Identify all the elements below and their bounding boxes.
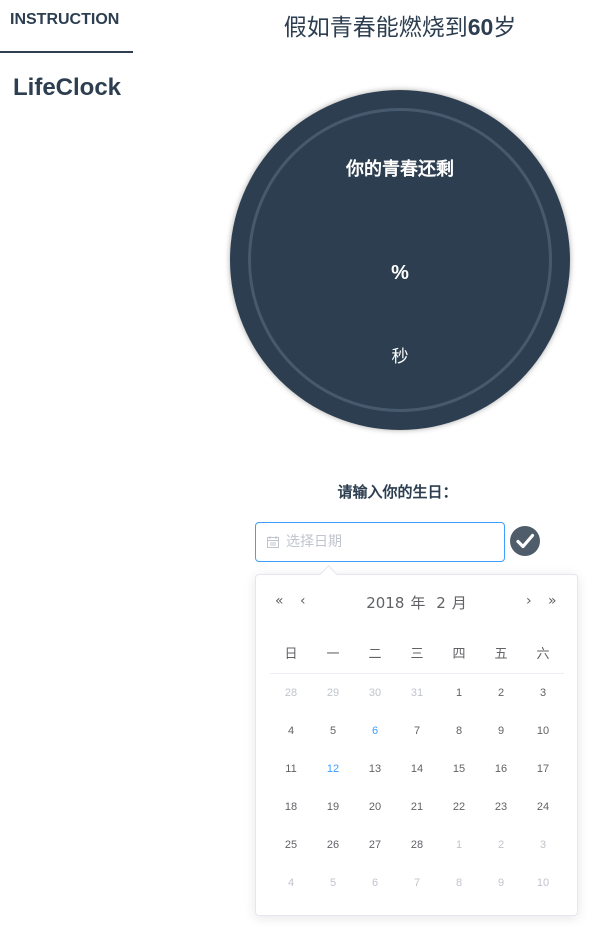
- day-cell[interactable]: 11: [270, 759, 312, 779]
- birthday-date-input[interactable]: [286, 523, 496, 561]
- picker-year[interactable]: 2018: [366, 594, 404, 612]
- day-cell[interactable]: 4: [270, 721, 312, 741]
- date-input-container[interactable]: [255, 522, 505, 562]
- day-cell[interactable]: 17: [522, 759, 564, 779]
- brand-logo-text[interactable]: LifeClock: [13, 74, 121, 102]
- day-cell[interactable]: 26: [312, 835, 354, 855]
- picker-month[interactable]: 2: [436, 594, 446, 612]
- tab-instruction[interactable]: INSTRUCTION: [0, 0, 133, 53]
- title-age-number: 60: [467, 14, 494, 40]
- day-cell[interactable]: 25: [270, 835, 312, 855]
- day-cell[interactable]: 24: [522, 797, 564, 817]
- day-cell[interactable]: 2: [480, 835, 522, 855]
- page-title: 假如青春能燃烧到60岁: [200, 8, 593, 42]
- confirm-button[interactable]: [510, 526, 540, 556]
- day-cell[interactable]: 21: [396, 797, 438, 817]
- day-cell[interactable]: 1: [438, 835, 480, 855]
- weekday-wed: 三: [410, 647, 424, 662]
- day-cell[interactable]: 29: [312, 683, 354, 703]
- picker-year-unit: 年: [410, 594, 426, 612]
- date-picker-panel: « ‹ 2018 年 2月 › » 日 一 二 三 四 五 六 28 29 30 31 1…: [255, 565, 578, 916]
- day-cell[interactable]: 20: [354, 797, 396, 817]
- picker-pointer-arrow: [319, 565, 338, 584]
- next-year-button[interactable]: »: [548, 593, 557, 609]
- day-cell[interactable]: 3: [522, 835, 564, 855]
- birthday-prompt-label: 请输入你的生日：: [337, 483, 458, 501]
- weekday-fri: 五: [494, 647, 508, 662]
- calendar-icon: [267, 536, 279, 548]
- day-cell[interactable]: 8: [438, 721, 480, 741]
- day-cell[interactable]: 3: [522, 683, 564, 703]
- day-cell[interactable]: 22: [438, 797, 480, 817]
- title-prefix: 假如青春能燃烧到: [283, 15, 468, 41]
- day-cell[interactable]: 8: [438, 873, 480, 893]
- day-cell[interactable]: 1: [438, 683, 480, 703]
- day-cell[interactable]: 15: [438, 759, 480, 779]
- title-suffix: 岁: [493, 15, 517, 41]
- day-cell[interactable]: 13: [354, 759, 396, 779]
- weekday-sun: 日: [284, 647, 298, 662]
- day-cell[interactable]: 2: [480, 683, 522, 703]
- day-cell[interactable]: 16: [480, 759, 522, 779]
- weekday-thu: 四: [452, 647, 466, 662]
- day-cell[interactable]: 5: [312, 873, 354, 893]
- day-cell[interactable]: 10: [522, 721, 564, 741]
- day-cell[interactable]: 7: [396, 873, 438, 893]
- life-clock-circle: 你的青春还剩 % 秒: [230, 90, 570, 430]
- day-cell[interactable]: 9: [480, 721, 522, 741]
- day-cell[interactable]: 18: [270, 797, 312, 817]
- day-cell[interactable]: 27: [354, 835, 396, 855]
- day-cell[interactable]: 5: [312, 721, 354, 741]
- weekday-tue: 二: [368, 647, 382, 662]
- day-cell[interactable]: 9: [480, 873, 522, 893]
- day-cell[interactable]: 4: [270, 873, 312, 893]
- weekday-header-row: 日 一 二 三 四 五 六: [270, 643, 564, 674]
- weekday-sat: 六: [536, 647, 550, 662]
- day-cell[interactable]: 6: [354, 873, 396, 893]
- day-cell[interactable]: 28: [270, 683, 312, 703]
- day-cell[interactable]: 6: [354, 721, 396, 741]
- check-circle-icon: [516, 533, 535, 549]
- weekday-mon: 一: [326, 647, 340, 662]
- day-cell[interactable]: 10: [522, 873, 564, 893]
- day-cell[interactable]: 7: [396, 721, 438, 741]
- next-month-button[interactable]: ›: [526, 593, 532, 609]
- day-cell[interactable]: 30: [354, 683, 396, 703]
- day-cell[interactable]: 19: [312, 797, 354, 817]
- clock-heading: 你的青春还剩: [346, 159, 454, 180]
- day-cell[interactable]: 28: [396, 835, 438, 855]
- day-cell[interactable]: 23: [480, 797, 522, 817]
- clock-seconds: 秒: [391, 347, 409, 367]
- day-cell-today[interactable]: 12: [312, 759, 354, 779]
- clock-percent: %: [391, 262, 409, 284]
- picker-month-unit: 月: [451, 594, 467, 612]
- day-cell[interactable]: 31: [396, 683, 438, 703]
- day-cell[interactable]: 14: [396, 759, 438, 779]
